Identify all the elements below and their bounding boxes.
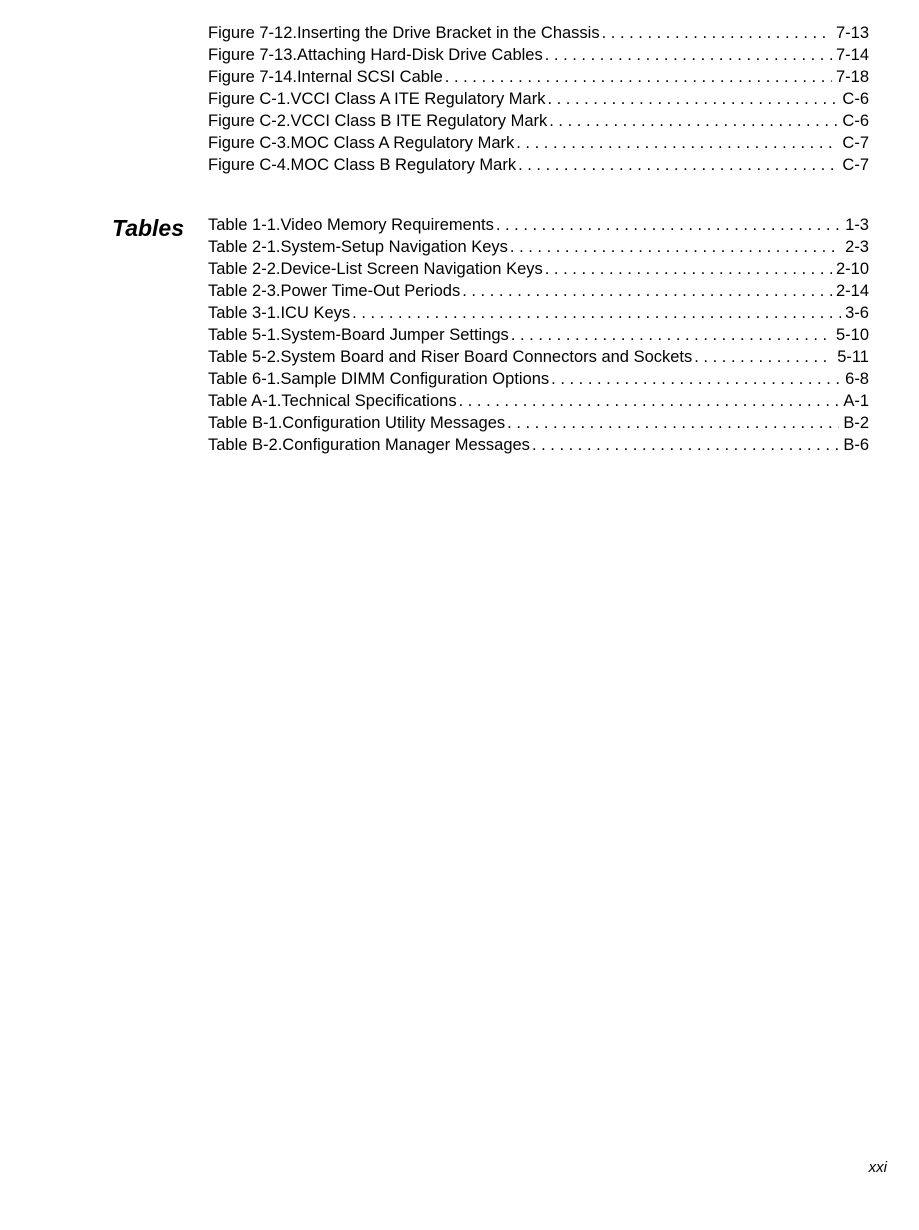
figure-title: MOC Class A Regulatory Mark bbox=[291, 132, 515, 154]
figure-label: Figure C-2. bbox=[208, 110, 291, 132]
table-page: B-2 bbox=[841, 412, 869, 434]
table-label: Table 2-3. bbox=[208, 280, 280, 302]
table-page: 6-8 bbox=[843, 368, 869, 390]
table-title: ICU Keys bbox=[280, 302, 350, 324]
table-title: Configuration Manager Messages bbox=[282, 434, 530, 456]
table-page: 2-10 bbox=[834, 258, 869, 280]
table-title: System-Setup Navigation Keys bbox=[280, 236, 507, 258]
table-page: 2-3 bbox=[843, 236, 869, 258]
table-page: B-6 bbox=[841, 434, 869, 456]
table-title: Device-List Screen Navigation Keys bbox=[280, 258, 542, 280]
figure-title: MOC Class B Regulatory Mark bbox=[291, 154, 517, 176]
toc-row: Table B-2. Configuration Manager Message… bbox=[208, 434, 869, 456]
toc-row: Table 1-1. Video Memory Requirements 1-3 bbox=[208, 214, 869, 236]
figure-label: Figure C-4. bbox=[208, 154, 291, 176]
figure-label: Figure C-1. bbox=[208, 88, 291, 110]
table-title: Technical Specifications bbox=[281, 390, 456, 412]
figure-label: Figure 7-14. bbox=[208, 66, 297, 88]
page-container: Figure 7-12. Inserting the Drive Bracket… bbox=[0, 0, 919, 1208]
leader-dots bbox=[602, 22, 832, 44]
figure-title: Attaching Hard-Disk Drive Cables bbox=[297, 44, 543, 66]
table-label: Table B-1. bbox=[208, 412, 282, 434]
toc-row: Table B-1. Configuration Utility Message… bbox=[208, 412, 869, 434]
toc-row: Table 2-2. Device-List Screen Navigation… bbox=[208, 258, 869, 280]
figure-label: Figure 7-12. bbox=[208, 22, 297, 44]
table-label: Table 1-1. bbox=[208, 214, 280, 236]
figure-label: Figure 7-13. bbox=[208, 44, 297, 66]
leader-dots bbox=[445, 66, 832, 88]
leader-dots bbox=[507, 412, 839, 434]
figure-title: Inserting the Drive Bracket in the Chass… bbox=[297, 22, 600, 44]
leader-dots bbox=[518, 154, 838, 176]
leader-dots bbox=[516, 132, 838, 154]
tables-section-heading: Tables bbox=[112, 215, 184, 242]
leader-dots bbox=[462, 280, 832, 302]
table-title: Configuration Utility Messages bbox=[282, 412, 505, 434]
leader-dots bbox=[549, 110, 838, 132]
table-title: Sample DIMM Configuration Options bbox=[280, 368, 549, 390]
leader-dots bbox=[496, 214, 841, 236]
table-label: Table 5-2. bbox=[208, 346, 280, 368]
table-title: System Board and Riser Board Connectors … bbox=[280, 346, 692, 368]
toc-row: Figure C-3. MOC Class A Regulatory Mark … bbox=[208, 132, 869, 154]
figure-page: C-7 bbox=[840, 154, 869, 176]
table-page: A-1 bbox=[841, 390, 869, 412]
table-label: Table A-1. bbox=[208, 390, 281, 412]
table-page: 5-11 bbox=[835, 346, 869, 368]
leader-dots bbox=[459, 390, 840, 412]
table-label: Table 6-1. bbox=[208, 368, 280, 390]
toc-row: Table 5-2. System Board and Riser Board … bbox=[208, 346, 869, 368]
figure-page: C-7 bbox=[840, 132, 869, 154]
table-page: 5-10 bbox=[834, 324, 869, 346]
figure-title: Internal SCSI Cable bbox=[297, 66, 443, 88]
toc-row: Table 5-1. System-Board Jumper Settings … bbox=[208, 324, 869, 346]
figure-page: 7-14 bbox=[834, 44, 869, 66]
toc-row: Figure C-1. VCCI Class A ITE Regulatory … bbox=[208, 88, 869, 110]
toc-row: Figure 7-12. Inserting the Drive Bracket… bbox=[208, 22, 869, 44]
page-number: xxi bbox=[869, 1159, 887, 1176]
toc-row: Figure C-4. MOC Class B Regulatory Mark … bbox=[208, 154, 869, 176]
table-label: Table B-2. bbox=[208, 434, 282, 456]
toc-row: Figure C-2. VCCI Class B ITE Regulatory … bbox=[208, 110, 869, 132]
figure-page: C-6 bbox=[840, 88, 869, 110]
leader-dots bbox=[694, 346, 833, 368]
toc-row: Table 3-1. ICU Keys 3-6 bbox=[208, 302, 869, 324]
toc-row: Table 6-1. Sample DIMM Configuration Opt… bbox=[208, 368, 869, 390]
table-page: 1-3 bbox=[843, 214, 869, 236]
table-label: Table 5-1. bbox=[208, 324, 280, 346]
leader-dots bbox=[547, 88, 838, 110]
leader-dots bbox=[352, 302, 841, 324]
tables-list: Table 1-1. Video Memory Requirements 1-3… bbox=[208, 214, 869, 456]
table-title: System-Board Jumper Settings bbox=[280, 324, 508, 346]
toc-row: Table 2-3. Power Time-Out Periods 2-14 bbox=[208, 280, 869, 302]
toc-row: Table A-1. Technical Specifications A-1 bbox=[208, 390, 869, 412]
figures-list: Figure 7-12. Inserting the Drive Bracket… bbox=[208, 22, 869, 176]
figure-page: C-6 bbox=[840, 110, 869, 132]
figure-page: 7-13 bbox=[834, 22, 869, 44]
leader-dots bbox=[551, 368, 841, 390]
figure-title: VCCI Class A ITE Regulatory Mark bbox=[291, 88, 546, 110]
figure-page: 7-18 bbox=[834, 66, 869, 88]
toc-row: Figure 7-13. Attaching Hard-Disk Drive C… bbox=[208, 44, 869, 66]
leader-dots bbox=[545, 44, 832, 66]
toc-row: Table 2-1. System-Setup Navigation Keys … bbox=[208, 236, 869, 258]
table-page: 3-6 bbox=[843, 302, 869, 324]
leader-dots bbox=[545, 258, 832, 280]
table-page: 2-14 bbox=[834, 280, 869, 302]
leader-dots bbox=[511, 324, 832, 346]
table-label: Table 2-2. bbox=[208, 258, 280, 280]
leader-dots bbox=[532, 434, 839, 456]
toc-row: Figure 7-14. Internal SCSI Cable 7-18 bbox=[208, 66, 869, 88]
table-label: Table 2-1. bbox=[208, 236, 280, 258]
leader-dots bbox=[510, 236, 841, 258]
table-label: Table 3-1. bbox=[208, 302, 280, 324]
table-title: Video Memory Requirements bbox=[280, 214, 493, 236]
table-title: Power Time-Out Periods bbox=[280, 280, 460, 302]
figure-title: VCCI Class B ITE Regulatory Mark bbox=[291, 110, 548, 132]
figure-label: Figure C-3. bbox=[208, 132, 291, 154]
